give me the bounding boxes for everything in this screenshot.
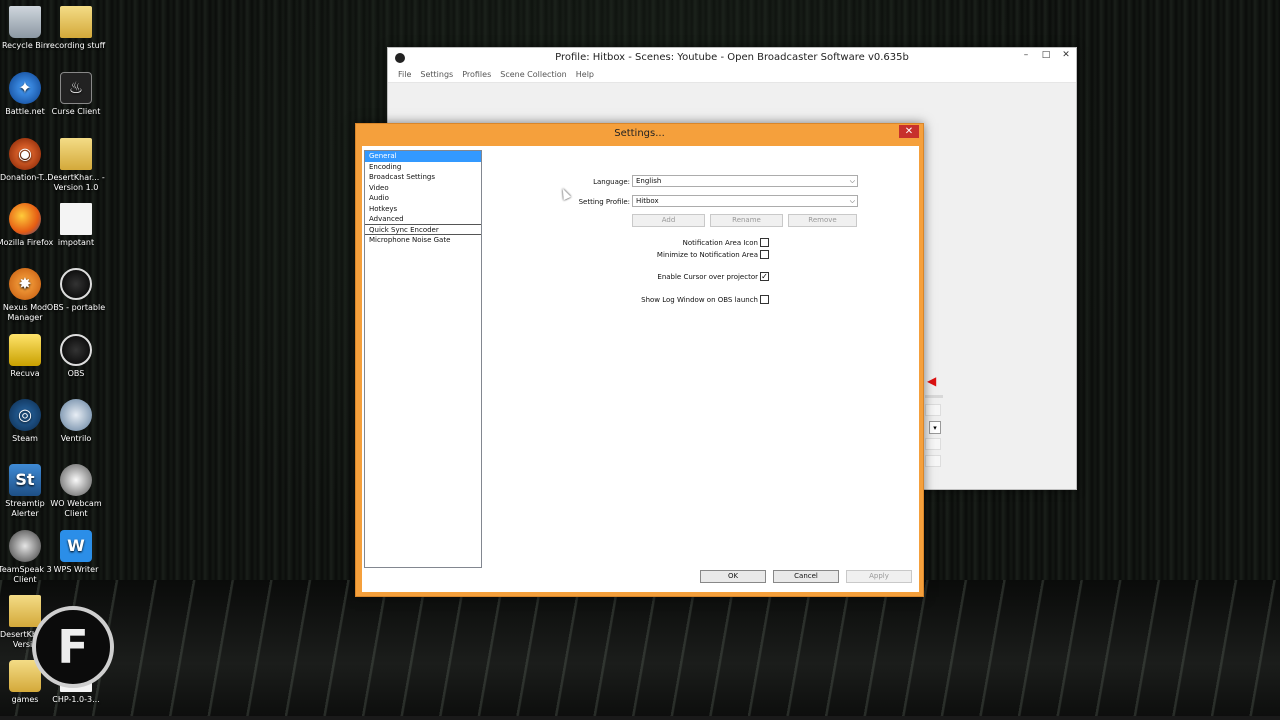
folder-icon (9, 595, 41, 627)
desktop-icon-label: OBS (67, 369, 85, 378)
wps-icon: W (60, 530, 92, 562)
settings-body: General Encoding Broadcast Settings Vide… (362, 146, 919, 592)
obs-icon (60, 268, 92, 300)
channel-logo: F (32, 606, 114, 688)
menu-help[interactable]: Help (576, 68, 594, 82)
folder-icon (60, 6, 92, 38)
obs-control-box[interactable] (925, 438, 941, 450)
log-window-label: Show Log Window on OBS launch (641, 296, 758, 304)
recycle-bin-icon (9, 6, 41, 38)
obs-control-box[interactable] (925, 455, 941, 467)
language-label: Language: (593, 178, 630, 186)
curse-icon: ♨ (60, 72, 92, 104)
settings-dialog[interactable]: Settings... ✕ General Encoding Broadcast… (355, 123, 924, 597)
chevron-down-icon: ⌵ (849, 197, 855, 205)
category-general[interactable]: General (365, 151, 481, 162)
menu-file[interactable]: File (398, 68, 411, 82)
profile-value: Hitbox (636, 197, 659, 205)
desktop-icon-label: impotant (57, 238, 95, 247)
desktop-icon-webcam[interactable]: WO Webcam Client (45, 464, 107, 519)
desktop-icon-obs[interactable]: OBS (45, 334, 107, 379)
minimize-button[interactable]: – (1016, 48, 1036, 64)
minimize-notification-label: Minimize to Notification Area (656, 251, 758, 259)
desktop-icon-label: WPS Writer (53, 565, 99, 574)
donation-icon: ◉ (9, 138, 41, 170)
category-broadcast-settings[interactable]: Broadcast Settings (365, 172, 481, 183)
language-value: English (636, 177, 662, 185)
obs-title-bar[interactable]: Profile: Hitbox - Scenes: Youtube - Open… (388, 48, 1076, 68)
menu-scene-collection[interactable]: Scene Collection (500, 68, 567, 82)
cursor-projector-checkbox[interactable]: ✓ (760, 272, 769, 281)
steam-icon: ◎ (9, 399, 41, 431)
category-microphone-noise-gate[interactable]: Microphone Noise Gate (365, 235, 481, 246)
volume-slider[interactable] (925, 395, 943, 398)
desktop-icon-label: Ventrilo (60, 434, 92, 443)
chevron-down-icon: ⌵ (849, 177, 855, 185)
obs-control-box[interactable] (925, 404, 941, 416)
close-button[interactable]: ✕ (1056, 48, 1076, 64)
nexus-icon: ✸ (9, 268, 41, 300)
desktop-icon-label: WO Webcam Client (50, 499, 102, 518)
log-window-checkbox[interactable] (760, 295, 769, 304)
obs-window-title: Profile: Hitbox - Scenes: Youtube - Open… (555, 52, 909, 63)
language-select[interactable]: English ⌵ (632, 175, 858, 187)
speaker-icon[interactable]: ◀ (927, 375, 939, 387)
desktop-floor (0, 580, 1280, 720)
category-audio[interactable]: Audio (365, 193, 481, 204)
minimize-notification-checkbox[interactable] (760, 250, 769, 259)
battlenet-icon: ✦ (9, 72, 41, 104)
obs-icon (60, 334, 92, 366)
window-controls: – □ ✕ (1016, 48, 1076, 64)
rename-profile-button[interactable]: Rename (710, 214, 783, 227)
webcam-icon (60, 464, 92, 496)
category-list: General Encoding Broadcast Settings Vide… (364, 150, 482, 568)
recuva-icon (9, 334, 41, 366)
category-advanced[interactable]: Advanced (365, 214, 481, 225)
document-icon (60, 203, 92, 235)
chevron-down-icon[interactable]: ▾ (929, 421, 941, 434)
remove-profile-button[interactable]: Remove (788, 214, 857, 227)
ventrilo-icon (60, 399, 92, 431)
category-encoding[interactable]: Encoding (365, 162, 481, 173)
category-video[interactable]: Video (365, 183, 481, 194)
firefox-icon (9, 203, 41, 235)
desktop-icon-label: CHP-1.0-3... (52, 695, 100, 704)
desktop-icon-obs-portable[interactable]: OBS - portable (45, 268, 107, 313)
obs-menu-bar: File Settings Profiles Scene Collection … (388, 68, 1076, 83)
desktop-icon-impotant[interactable]: impotant (45, 203, 107, 248)
cursor-projector-label: Enable Cursor over projector (657, 273, 758, 281)
desktop-icon-wps-writer[interactable]: W WPS Writer (45, 530, 107, 575)
settings-close-button[interactable]: ✕ (899, 125, 919, 138)
menu-settings[interactable]: Settings (420, 68, 453, 82)
desktop-icon-desertkhar[interactable]: DesertKhar... - Version 1.0 (45, 138, 107, 193)
add-profile-button[interactable]: Add (632, 214, 705, 227)
desktop-icon-label: DesertKhar... - Version 1.0 (47, 173, 105, 192)
obs-app-icon (395, 53, 405, 63)
category-hotkeys[interactable]: Hotkeys (365, 204, 481, 215)
profile-select[interactable]: Hitbox ⌵ (632, 195, 858, 207)
apply-button[interactable]: Apply (846, 570, 912, 583)
teamspeak-icon (9, 530, 41, 562)
cancel-button[interactable]: Cancel (773, 570, 839, 583)
desktop-icon-curse[interactable]: ♨ Curse Client (45, 72, 107, 117)
ok-button[interactable]: OK (700, 570, 766, 583)
desktop-icon-label: recording stuff (46, 41, 106, 50)
settings-title: Settings... (614, 128, 665, 139)
notification-icon-label: Notification Area Icon (682, 239, 758, 247)
maximize-button[interactable]: □ (1036, 48, 1056, 64)
taskbar (0, 716, 1280, 720)
notification-icon-checkbox[interactable] (760, 238, 769, 247)
folder-icon (60, 138, 92, 170)
streamtip-icon: St (9, 464, 41, 496)
desktop-icon-label: Curse Client (51, 107, 101, 116)
category-quick-sync-encoder[interactable]: Quick Sync Encoder (365, 225, 481, 235)
menu-profiles[interactable]: Profiles (462, 68, 491, 82)
desktop-icon-recording-stuff[interactable]: recording stuff (45, 6, 107, 51)
desktop-icon-ventrilo[interactable]: Ventrilo (45, 399, 107, 444)
desktop-icon-label: OBS - portable (46, 303, 106, 312)
